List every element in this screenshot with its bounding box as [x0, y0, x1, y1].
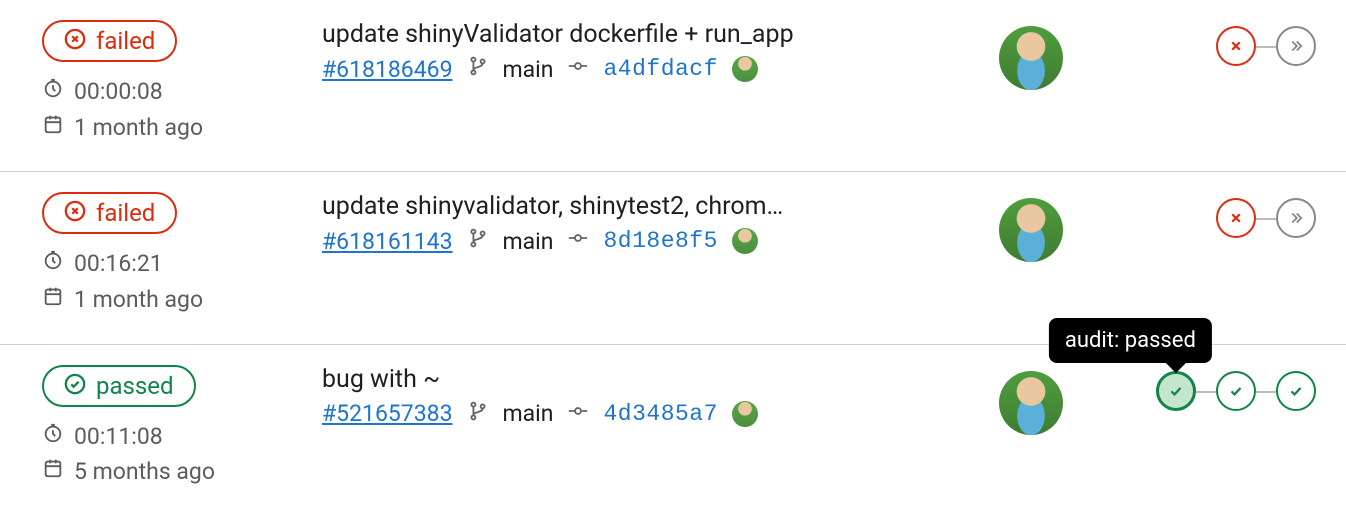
- age-text: 5 months ago: [74, 454, 215, 490]
- stage-skipped[interactable]: [1276, 26, 1316, 66]
- age-line: 5 months ago: [42, 454, 322, 490]
- stages: audit: passed: [1156, 371, 1316, 411]
- avatar[interactable]: [999, 198, 1063, 262]
- avatar[interactable]: [999, 371, 1063, 435]
- ref-line: #521657383 main 4d3485a7: [322, 400, 956, 428]
- status-badge-failed[interactable]: failed: [42, 192, 177, 234]
- stages-column: audit: passed: [1086, 365, 1316, 411]
- commit-title[interactable]: update shinyvalidator, shinytest2, chrom…: [322, 192, 956, 221]
- stage-passed[interactable]: [1276, 371, 1316, 411]
- branch-icon: [467, 227, 489, 255]
- status-icon: [64, 28, 86, 54]
- calendar-icon: [42, 282, 64, 318]
- calendar-icon: [42, 454, 64, 490]
- stages-column: [1086, 20, 1316, 66]
- commit-sha-link[interactable]: 8d18e8f5: [603, 228, 717, 254]
- ref-line: #618161143 main 8d18e8f5: [322, 227, 956, 255]
- branch-name[interactable]: main: [503, 56, 554, 83]
- info-column: update shinyvalidator, shinytest2, chrom…: [322, 192, 976, 255]
- trigger-avatar-column: [976, 192, 1086, 262]
- age-line: 1 month ago: [42, 282, 322, 318]
- stage-passed[interactable]: [1216, 371, 1256, 411]
- status-label: failed: [96, 201, 155, 225]
- commit-sha-link[interactable]: 4d3485a7: [603, 401, 717, 427]
- status-icon: [64, 200, 86, 226]
- status-column: failed 00:16:21 1 month ago: [42, 192, 322, 317]
- status-label: failed: [96, 29, 155, 53]
- branch-name[interactable]: main: [503, 228, 554, 255]
- duration-line: 00:16:21: [42, 246, 322, 282]
- age-line: 1 month ago: [42, 110, 322, 146]
- status-column: passed 00:11:08 5 months ago: [42, 365, 322, 490]
- info-column: bug with ~ #521657383 main 4d3485a7: [322, 365, 976, 428]
- pipeline-id-link[interactable]: #618186469: [322, 56, 453, 83]
- commit-sha-link[interactable]: a4dfdacf: [603, 56, 717, 82]
- commit-title[interactable]: update shinyValidator dockerfile + run_a…: [322, 20, 956, 49]
- age-text: 1 month ago: [74, 110, 203, 146]
- commit-icon: [567, 227, 589, 255]
- duration-text: 00:00:08: [74, 74, 163, 110]
- duration-line: 00:00:08: [42, 74, 322, 110]
- branch-name[interactable]: main: [503, 400, 554, 427]
- status-badge-passed[interactable]: passed: [42, 365, 196, 407]
- info-column: update shinyValidator dockerfile + run_a…: [322, 20, 976, 83]
- pipeline-list: failed 00:00:08 1 month ago update shiny…: [0, 0, 1346, 516]
- avatar[interactable]: [999, 26, 1063, 90]
- ref-line: #618186469 main a4dfdacf: [322, 55, 956, 83]
- branch-icon: [467, 55, 489, 83]
- status-column: failed 00:00:08 1 month ago: [42, 20, 322, 145]
- stages: [1216, 26, 1316, 66]
- stage-passed[interactable]: audit: passed: [1156, 371, 1196, 411]
- pipeline-row: passed 00:11:08 5 months ago bug with ~ …: [0, 345, 1346, 516]
- calendar-icon: [42, 110, 64, 146]
- trigger-avatar-column: [976, 20, 1086, 90]
- commit-icon: [567, 400, 589, 428]
- stage-skipped[interactable]: [1276, 198, 1316, 238]
- branch-icon: [467, 400, 489, 428]
- status-badge-failed[interactable]: failed: [42, 20, 177, 62]
- status-label: passed: [96, 374, 174, 398]
- status-icon: [64, 373, 86, 399]
- trigger-avatar-column: [976, 365, 1086, 435]
- commit-title[interactable]: bug with ~: [322, 365, 956, 394]
- commit-author-avatar[interactable]: [732, 228, 758, 254]
- stages-column: [1086, 192, 1316, 238]
- pipeline-id-link[interactable]: #521657383: [322, 400, 453, 427]
- pipeline-row: failed 00:00:08 1 month ago update shiny…: [0, 0, 1346, 172]
- commit-author-avatar[interactable]: [732, 401, 758, 427]
- stage-tooltip: audit: passed: [1049, 318, 1212, 363]
- age-text: 1 month ago: [74, 282, 203, 318]
- duration-text: 00:11:08: [74, 419, 163, 455]
- stage-failed[interactable]: [1216, 26, 1256, 66]
- duration-text: 00:16:21: [74, 246, 163, 282]
- timer-icon: [42, 246, 64, 282]
- stages: [1216, 198, 1316, 238]
- commit-author-avatar[interactable]: [732, 56, 758, 82]
- timer-icon: [42, 74, 64, 110]
- pipeline-id-link[interactable]: #618161143: [322, 228, 453, 255]
- timer-icon: [42, 419, 64, 455]
- stage-failed[interactable]: [1216, 198, 1256, 238]
- duration-line: 00:11:08: [42, 419, 322, 455]
- commit-icon: [567, 55, 589, 83]
